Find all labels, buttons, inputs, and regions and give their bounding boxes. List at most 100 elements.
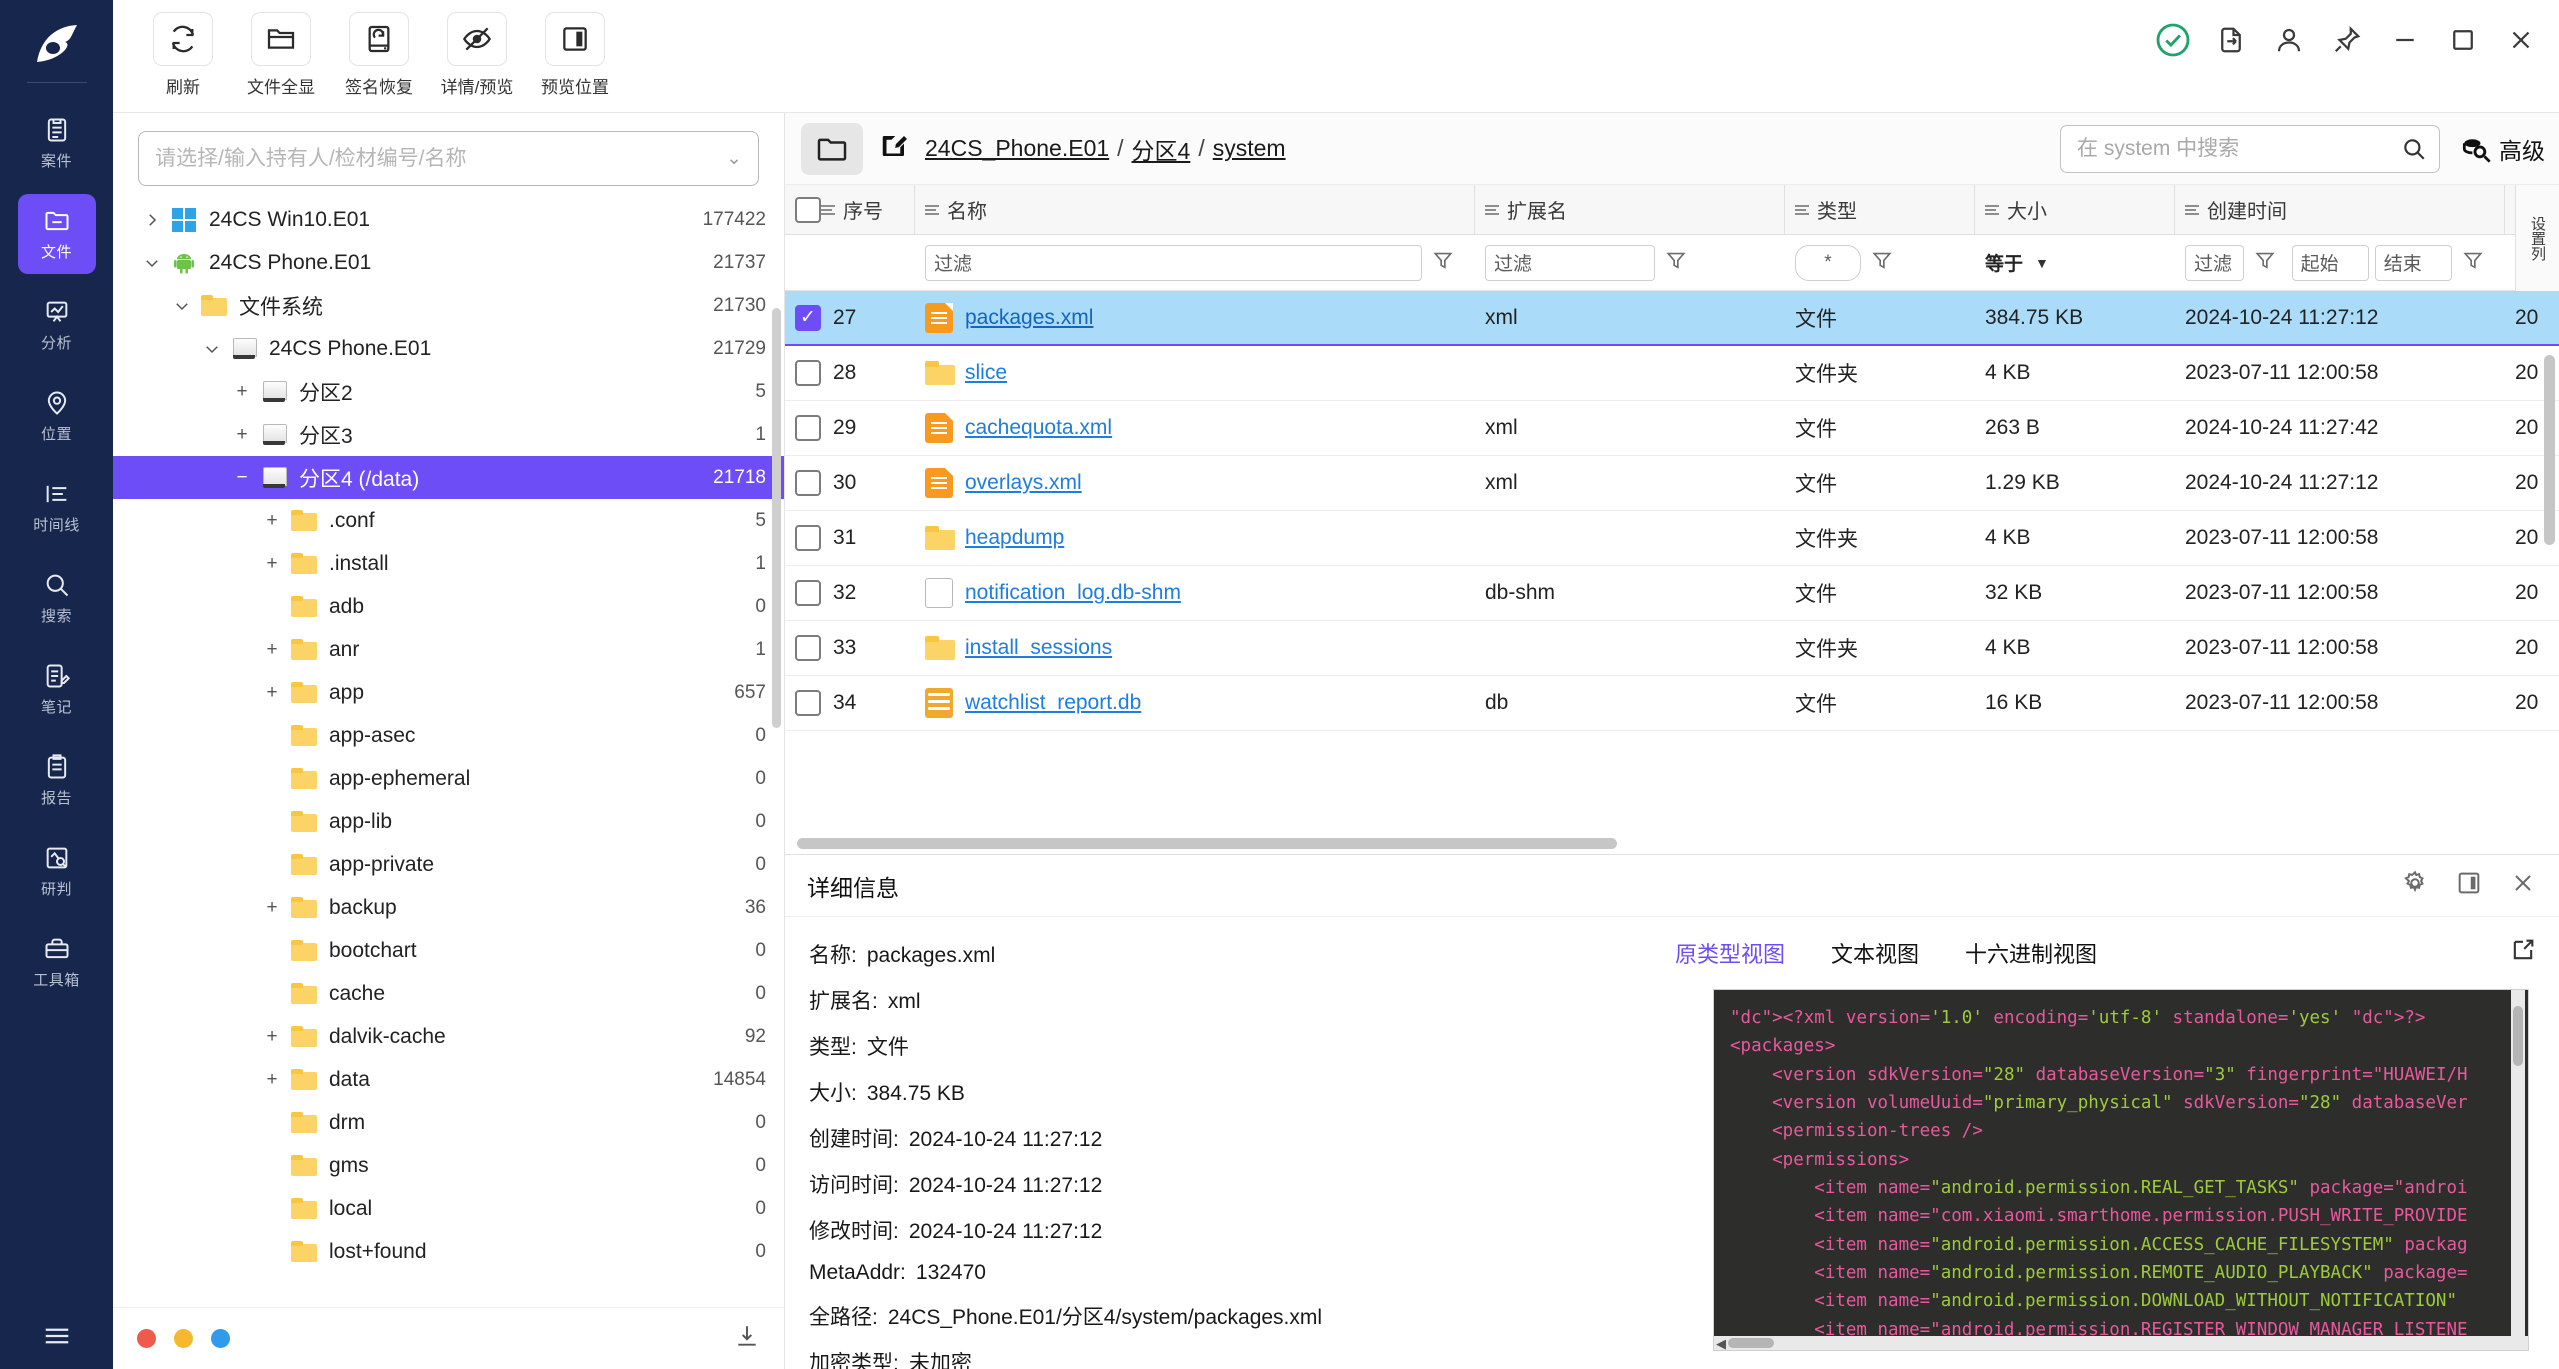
export-file-icon[interactable] (2213, 22, 2249, 58)
gear-icon[interactable] (2401, 869, 2429, 902)
folder-outline-icon[interactable] (801, 123, 863, 175)
tree-node[interactable]: −分区4 (/data)21718 (113, 456, 784, 499)
file-name-link[interactable]: slice (965, 361, 1007, 385)
maximize-icon[interactable] (2445, 22, 2481, 58)
rail-item-7[interactable]: 笔记 (18, 649, 96, 729)
tree-search-box[interactable]: ⌄ (138, 131, 759, 186)
tree-toggle-icon[interactable]: + (257, 1026, 287, 1048)
chevron-down-icon[interactable]: ▼ (2035, 255, 2049, 271)
filter-size-operator[interactable]: 等于 (1985, 249, 2023, 276)
cell-name[interactable]: heapdump (915, 511, 1475, 565)
table-row[interactable]: 33install_sessions文件夹4 KB2023-07-11 12:0… (785, 621, 2559, 676)
cell-name[interactable]: notification_log.db-shm (915, 566, 1475, 620)
row-checkbox[interactable] (795, 690, 821, 716)
toolbar-button-refresh[interactable]: 刷新 (135, 12, 231, 98)
cell-name[interactable]: overlays.xml (915, 456, 1475, 510)
column-header-created[interactable]: 创建时间 (2175, 185, 2505, 234)
rail-item-5[interactable]: 时间线 (18, 467, 96, 547)
status-dot-yellow[interactable] (174, 1329, 193, 1348)
search-box[interactable] (2060, 125, 2440, 173)
tree-toggle-icon[interactable]: + (227, 381, 257, 403)
column-settings-button[interactable]: 设置列 (2515, 185, 2559, 291)
minimize-icon[interactable] (2387, 22, 2423, 58)
pin-icon[interactable] (2329, 22, 2365, 58)
tree-toggle-icon[interactable] (137, 211, 167, 229)
file-name-link[interactable]: packages.xml (965, 306, 1093, 330)
filter-funnel-icon[interactable] (1665, 249, 1687, 276)
tree-node[interactable]: cache0 (113, 972, 784, 1015)
file-name-link[interactable]: overlays.xml (965, 471, 1082, 495)
tree-toggle-icon[interactable]: + (257, 553, 287, 575)
rail-menu-button[interactable] (0, 1321, 113, 1351)
filter-created-start[interactable]: 起始 (2292, 245, 2369, 281)
tree-node[interactable]: +分区25 (113, 370, 784, 413)
tree-node[interactable]: 24CS Phone.E0121737 (113, 241, 784, 284)
tree-toggle-icon[interactable]: + (257, 682, 287, 704)
preview-tab-1[interactable]: 原类型视图 (1675, 937, 1785, 969)
row-checkbox[interactable] (795, 360, 821, 386)
tree-node[interactable]: app-lib0 (113, 800, 784, 843)
tree-node[interactable]: lost+found0 (113, 1230, 784, 1273)
tree-node[interactable]: app-asec0 (113, 714, 784, 757)
table-vertical-scrollbar[interactable] (2544, 355, 2555, 545)
table-horizontal-scrollbar[interactable] (797, 838, 1617, 849)
tree-toggle-icon[interactable]: + (227, 424, 257, 446)
filter-size-value[interactable]: 过滤 (2185, 245, 2244, 281)
toolbar-button-signature-recovery[interactable]: 签名恢复 (331, 12, 427, 98)
status-dot-blue[interactable] (211, 1329, 230, 1348)
tree-toggle-icon[interactable] (137, 254, 167, 272)
close-icon[interactable] (2503, 22, 2539, 58)
filter-funnel-icon[interactable] (2462, 249, 2484, 276)
cell-name[interactable]: packages.xml (915, 291, 1475, 344)
rail-item-2[interactable]: 文件 (18, 194, 96, 274)
filter-input-name[interactable]: 过滤 (925, 245, 1422, 281)
tree-node[interactable]: +dalvik-cache92 (113, 1015, 784, 1058)
file-name-link[interactable]: notification_log.db-shm (965, 581, 1181, 605)
tree-node[interactable]: app-ephemeral0 (113, 757, 784, 800)
rail-item-6[interactable]: 搜索 (18, 558, 96, 638)
tree-search-input[interactable] (155, 147, 718, 171)
table-row[interactable]: 30overlays.xmlxml文件1.29 KB2024-10-24 11:… (785, 456, 2559, 511)
filter-funnel-icon[interactable] (2254, 249, 2276, 276)
cell-name[interactable]: install_sessions (915, 621, 1475, 675)
rail-item-9[interactable]: 研判 (18, 831, 96, 911)
preview-tab-2[interactable]: 文本视图 (1831, 937, 1919, 969)
tree-scroll-area[interactable]: 24CS Win10.E0117742224CS Phone.E0121737文… (113, 198, 784, 1307)
user-icon[interactable] (2271, 22, 2307, 58)
toolbar-button-eye-off[interactable]: 详情/预览 (429, 12, 525, 98)
tree-node[interactable]: adb0 (113, 585, 784, 628)
table-row[interactable]: 31heapdump文件夹4 KB2023-07-11 12:00:5820 (785, 511, 2559, 566)
filter-input-ext[interactable]: 过滤 (1485, 245, 1655, 281)
select-all-checkbox[interactable] (795, 197, 821, 223)
table-row[interactable]: 32notification_log.db-shmdb-shm文件32 KB20… (785, 566, 2559, 621)
cell-name[interactable]: cachequota.xml (915, 401, 1475, 455)
tree-node[interactable]: 24CS Phone.E0121729 (113, 327, 784, 370)
tree-toggle-icon[interactable]: + (257, 639, 287, 661)
code-preview[interactable]: "dc"><?xml version='1.0' encoding='utf-8… (1713, 989, 2529, 1351)
tree-toggle-icon[interactable]: + (257, 897, 287, 919)
file-name-link[interactable]: heapdump (965, 526, 1064, 550)
filter-created-end[interactable]: 结束 (2375, 245, 2452, 281)
breadcrumb-item-1[interactable]: 24CS_Phone.E01 (925, 135, 1109, 162)
row-checkbox[interactable] (795, 415, 821, 441)
filter-funnel-icon[interactable] (1432, 249, 1454, 276)
column-header-seq[interactable]: 序号 (785, 185, 915, 234)
row-checkbox[interactable] (795, 635, 821, 661)
filter-input-type[interactable]: * (1795, 245, 1861, 281)
file-name-link[interactable]: cachequota.xml (965, 416, 1112, 440)
close-icon[interactable] (2509, 869, 2537, 902)
tree-node[interactable]: +data14854 (113, 1058, 784, 1101)
table-row[interactable]: 34watchlist_report.dbdb文件16 KB2023-07-11… (785, 676, 2559, 731)
file-name-link[interactable]: watchlist_report.db (965, 691, 1141, 715)
tree-node[interactable]: +分区31 (113, 413, 784, 456)
edit-path-icon[interactable] (879, 131, 909, 166)
status-dot-red[interactable] (137, 1329, 156, 1348)
cell-name[interactable]: slice (915, 346, 1475, 400)
tree-node[interactable]: +backup36 (113, 886, 784, 929)
toolbar-button-folder[interactable]: 文件全显 (233, 12, 329, 98)
rail-item-8[interactable]: 报告 (18, 740, 96, 820)
rail-item-1[interactable]: 案件 (18, 103, 96, 183)
tree-scrollbar[interactable] (772, 308, 781, 728)
rail-item-4[interactable]: 位置 (18, 376, 96, 456)
tree-node[interactable]: +anr1 (113, 628, 784, 671)
